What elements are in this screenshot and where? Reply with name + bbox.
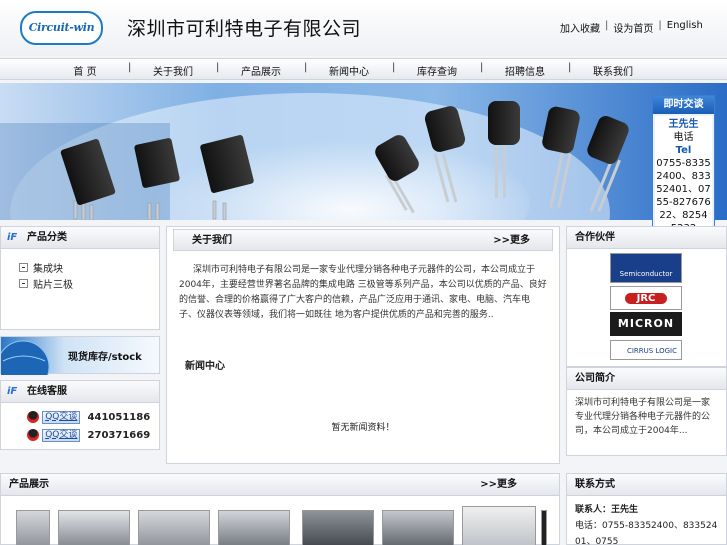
header: Circuit-win 深圳市可利特电子有限公司 加入收藏 | 设为首页 | E… xyxy=(0,0,727,56)
partner-logo-micron[interactable]: MICRON xyxy=(610,312,682,336)
category-label[interactable]: 贴片三极 xyxy=(33,276,73,291)
qq-contact-row: QQ交谈 441051186 xyxy=(27,409,159,427)
product-thumbnail[interactable] xyxy=(16,510,50,545)
panel-title: 产品分类 xyxy=(27,232,67,243)
news-title: 新闻中心 xyxy=(185,361,225,372)
qq-chat-button[interactable]: QQ交谈 xyxy=(42,428,81,442)
set-homepage-link[interactable]: 设为首页 xyxy=(613,20,653,35)
more-link[interactable]: >>更多 xyxy=(493,230,530,252)
main-nav: 首 页 | 关于我们 | 产品展示 | 新闻中心 | 库存查询 | 招聘信息 |… xyxy=(0,58,727,80)
nav-separator: | xyxy=(568,62,572,73)
product-thumbnail[interactable] xyxy=(138,510,210,545)
chat-phone-label: 电话 xyxy=(673,132,694,143)
nav-jobs[interactable]: 招聘信息 xyxy=(495,63,555,78)
nav-contact[interactable]: 联系我们 xyxy=(583,63,643,78)
stock-banner[interactable]: 现货库存/stock xyxy=(0,336,160,375)
if-icon: iF xyxy=(7,386,18,397)
hero-banner xyxy=(0,83,727,220)
product-thumbnail[interactable] xyxy=(382,510,454,545)
panel-title: 在线客服 xyxy=(27,386,67,397)
chat-contact-name: 王先生 xyxy=(668,119,699,130)
partner-logo-semiconductor[interactable]: Semiconductor xyxy=(610,253,682,283)
category-list: 集成块 贴片三极 xyxy=(1,249,159,291)
product-thumbnail[interactable] xyxy=(302,510,374,545)
contact-phone: 电话：0755-83352400、83352401、0755 xyxy=(575,521,718,545)
contact-panel: 联系方式 联系人：王先生 电话：0755-83352400、83352401、0… xyxy=(566,473,727,545)
category-item[interactable]: 集成块 xyxy=(19,259,159,275)
qq-contact-row: QQ交谈 270371669 xyxy=(27,427,159,445)
category-label[interactable]: 集成块 xyxy=(33,260,63,275)
company-logo[interactable]: Circuit-win xyxy=(20,11,103,45)
nav-news[interactable]: 新闻中心 xyxy=(319,63,379,78)
jrc-text: JRC xyxy=(624,292,668,304)
banner-transistor-image xyxy=(0,93,629,220)
chat-phone-numbers: 0755-83352400、83352401、0755-82767622、825… xyxy=(656,158,711,234)
panel-title: 公司简介 xyxy=(575,373,615,384)
about-us-panel: 关于我们 >>更多 深圳市可利特电子有限公司是一家专业代理分销各种电子元器件的公… xyxy=(166,226,560,464)
stock-banner-text: 现货库存/stock xyxy=(68,352,142,363)
panel-header: iF 在线客服 xyxy=(1,381,159,403)
more-link[interactable]: >>更多 xyxy=(480,474,517,496)
panel-header: 关于我们 >>更多 xyxy=(173,229,553,251)
add-favorite-link[interactable]: 加入收藏 xyxy=(560,20,600,35)
partners-panel: 合作伙伴 Semiconductor JRC MICRON CIRRUS LOG… xyxy=(566,226,727,367)
panel-title: 产品展示 xyxy=(9,479,49,490)
product-thumbnail[interactable] xyxy=(462,506,536,545)
panel-title: 合作伙伴 xyxy=(575,232,615,243)
expand-icon[interactable] xyxy=(19,278,28,288)
online-service-panel: iF 在线客服 QQ交谈 441051186 QQ交谈 270371669 xyxy=(0,380,160,450)
panel-title: 关于我们 xyxy=(192,235,232,246)
expand-icon[interactable] xyxy=(19,262,28,272)
about-text: 深圳市可利特电子有限公司是一家专业代理分销各种电子元器件的公司，本公司成立于20… xyxy=(179,265,547,320)
contact-person: 联系人：王先生 xyxy=(575,505,639,515)
product-category-panel: iF 产品分类 集成块 贴片三极 xyxy=(0,226,160,330)
panel-header: 公司简介 xyxy=(567,368,726,390)
panel-header: 联系方式 xyxy=(567,474,726,496)
qq-number: 270371669 xyxy=(87,430,151,441)
nav-separator: | xyxy=(128,62,132,73)
panel-header: iF 产品分类 xyxy=(1,227,159,249)
category-item[interactable]: 贴片三极 xyxy=(19,275,159,291)
partner-logo-cirrus[interactable]: CIRRUS LOGIC xyxy=(610,340,682,360)
qq-chat-button[interactable]: QQ交谈 xyxy=(42,410,81,424)
panel-header: 合作伙伴 xyxy=(567,227,726,249)
top-links: 加入收藏 | 设为首页 | English xyxy=(560,20,703,35)
nav-separator: | xyxy=(392,62,396,73)
panel-title: 联系方式 xyxy=(575,479,615,490)
product-thumbnail[interactable] xyxy=(58,510,130,545)
product-thumbnail[interactable] xyxy=(218,510,290,545)
separator: | xyxy=(605,20,609,31)
chat-tel-label: Tel xyxy=(675,145,692,156)
nav-separator: | xyxy=(480,62,484,73)
company-intro-text: 深圳市可利特电子有限公司是一家专业代理分销各种电子元器件的公司，本公司成立于20… xyxy=(575,398,711,436)
qq-penguin-icon xyxy=(27,411,39,423)
nav-products[interactable]: 产品展示 xyxy=(231,63,291,78)
nav-home[interactable]: 首 页 xyxy=(55,63,115,78)
company-name: 深圳市可利特电子有限公司 xyxy=(127,18,362,40)
no-news-message: 暂无新闻资料！ xyxy=(331,423,395,433)
globe-icon xyxy=(1,340,50,375)
separator: | xyxy=(658,20,662,31)
company-intro-panel: 公司简介 深圳市可利特电子有限公司是一家专业代理分销各种电子元器件的公司，本公司… xyxy=(566,367,727,456)
nav-separator: | xyxy=(216,62,220,73)
panel-header: 产品展示 >>更多 xyxy=(1,474,559,496)
qq-penguin-icon xyxy=(27,429,39,441)
partner-logo-jrc[interactable]: JRC xyxy=(610,286,682,310)
qq-number: 441051186 xyxy=(87,412,151,423)
if-icon: iF xyxy=(7,232,18,243)
chat-title: 即时交谈 xyxy=(653,96,714,114)
product-thumbnail[interactable] xyxy=(541,510,547,545)
nav-about[interactable]: 关于我们 xyxy=(143,63,203,78)
english-link[interactable]: English xyxy=(667,20,703,35)
nav-stock[interactable]: 库存查询 xyxy=(407,63,467,78)
nav-separator: | xyxy=(304,62,308,73)
